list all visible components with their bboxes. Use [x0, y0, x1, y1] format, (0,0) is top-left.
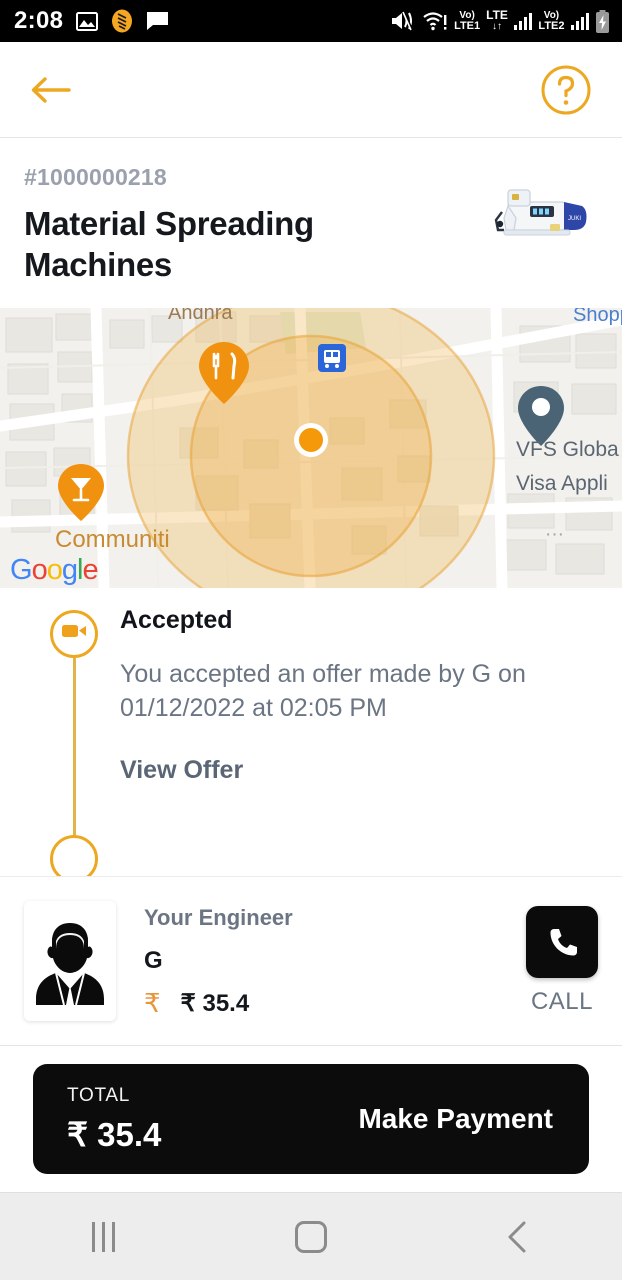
google-letter: e	[82, 553, 98, 586]
call-button-surface[interactable]	[526, 906, 598, 978]
order-header: #1000000218 Material Spreading Machines …	[0, 138, 622, 308]
total-label: TOTAL	[67, 1084, 130, 1106]
svg-text:JUKI: JUKI	[568, 216, 581, 222]
payment-zone: TOTAL ₹ 35.4 Make Payment	[0, 1046, 622, 1192]
engineer-name: G	[144, 946, 163, 974]
sewing-machine-icon: JUKI	[494, 189, 587, 236]
google-letter: g	[61, 553, 78, 586]
status-bar-clock: 2:08	[14, 7, 64, 34]
phone-icon	[550, 929, 577, 956]
order-timeline: Accepted You accepted an offer made by G…	[0, 587, 622, 883]
payment-total-group: TOTAL ₹ 35.4	[67, 1085, 161, 1154]
total-amount: ₹ 35.4	[67, 1115, 162, 1153]
signal-bars-icon	[570, 12, 589, 30]
bus-stop-icon	[318, 343, 346, 372]
avatar	[24, 901, 116, 1021]
home-icon	[294, 1220, 327, 1253]
help-button[interactable]	[540, 64, 592, 116]
mute-icon	[390, 10, 416, 32]
call-label: CALL	[530, 988, 594, 1015]
engineer-info: Your Engineer G ₹ ₹ 35.4	[116, 905, 526, 1018]
engineer-role-label: Your Engineer	[144, 904, 293, 930]
page-title: Material Spreading Machines	[24, 205, 314, 284]
google-watermark: Google	[10, 553, 99, 587]
location-map[interactable]: ··· VFS Globa Visa Appli Shopp Andhra Co…	[0, 307, 622, 588]
product-thumbnail: JUKI	[478, 178, 598, 260]
nav-recents-button[interactable]	[49, 1207, 159, 1267]
volte-lte2-indicator: Vo) LTE2	[538, 9, 565, 32]
lte-data-indicator: LTE ↓↑	[486, 8, 508, 33]
wifi-warning-icon	[422, 11, 448, 32]
help-circle-icon	[541, 65, 591, 114]
photo-icon	[76, 11, 99, 31]
chevron-left-icon	[508, 1221, 526, 1252]
status-bar-right: Vo) LTE1 LTE ↓↑ Vo) LTE2	[390, 8, 610, 33]
status-bar-left: 2:08	[14, 7, 169, 35]
nav-back-button[interactable]	[463, 1207, 573, 1267]
google-letter: G	[10, 553, 33, 586]
timeline-content: Accepted You accepted an offer made by G…	[120, 606, 622, 785]
rupee-icon: ₹	[144, 988, 161, 1018]
battery-charging-icon	[595, 9, 610, 33]
google-letter: o	[31, 553, 48, 586]
view-offer-link[interactable]: View Offer	[120, 756, 243, 785]
order-id: #1000000218	[24, 164, 167, 190]
arrow-left-icon	[31, 76, 71, 103]
call-button[interactable]: CALL	[526, 906, 598, 1016]
timeline-connector	[73, 657, 76, 843]
video-camera-icon	[61, 622, 87, 645]
svg-text:···: ···	[545, 524, 564, 545]
status-bar: 2:08 Vo) LTE1 LTE ↓↑ Vo) LTE2	[0, 0, 622, 42]
timeline-status-title: Accepted	[120, 605, 233, 634]
engineer-card: Your Engineer G ₹ ₹ 35.4 CALL	[0, 876, 622, 1046]
nav-home-button[interactable]	[256, 1207, 366, 1267]
back-button[interactable]	[28, 73, 72, 107]
android-nav-bar	[0, 1192, 622, 1280]
volte-lte1-indicator: Vo) LTE1	[454, 9, 481, 32]
signal-bars-icon	[513, 12, 533, 30]
engineer-avatar-icon	[36, 923, 104, 1006]
timeline-node-accepted	[50, 609, 98, 658]
map-canvas: ···	[0, 307, 622, 588]
message-icon	[146, 11, 169, 31]
make-payment-button[interactable]: Make Payment	[358, 1103, 553, 1135]
app-bar	[0, 42, 622, 138]
make-payment-bar[interactable]: TOTAL ₹ 35.4 Make Payment	[33, 1064, 589, 1174]
google-letter: o	[46, 553, 63, 586]
engineer-price: ₹ 35.4	[180, 989, 250, 1017]
recents-icon	[92, 1221, 116, 1252]
order-header-text: #1000000218 Material Spreading Machines	[24, 164, 478, 286]
app-badge-icon	[111, 9, 133, 33]
engineer-price-row: ₹ ₹ 35.4	[144, 989, 526, 1018]
timeline-description: You accepted an offer made by G on 01/12…	[120, 659, 526, 723]
